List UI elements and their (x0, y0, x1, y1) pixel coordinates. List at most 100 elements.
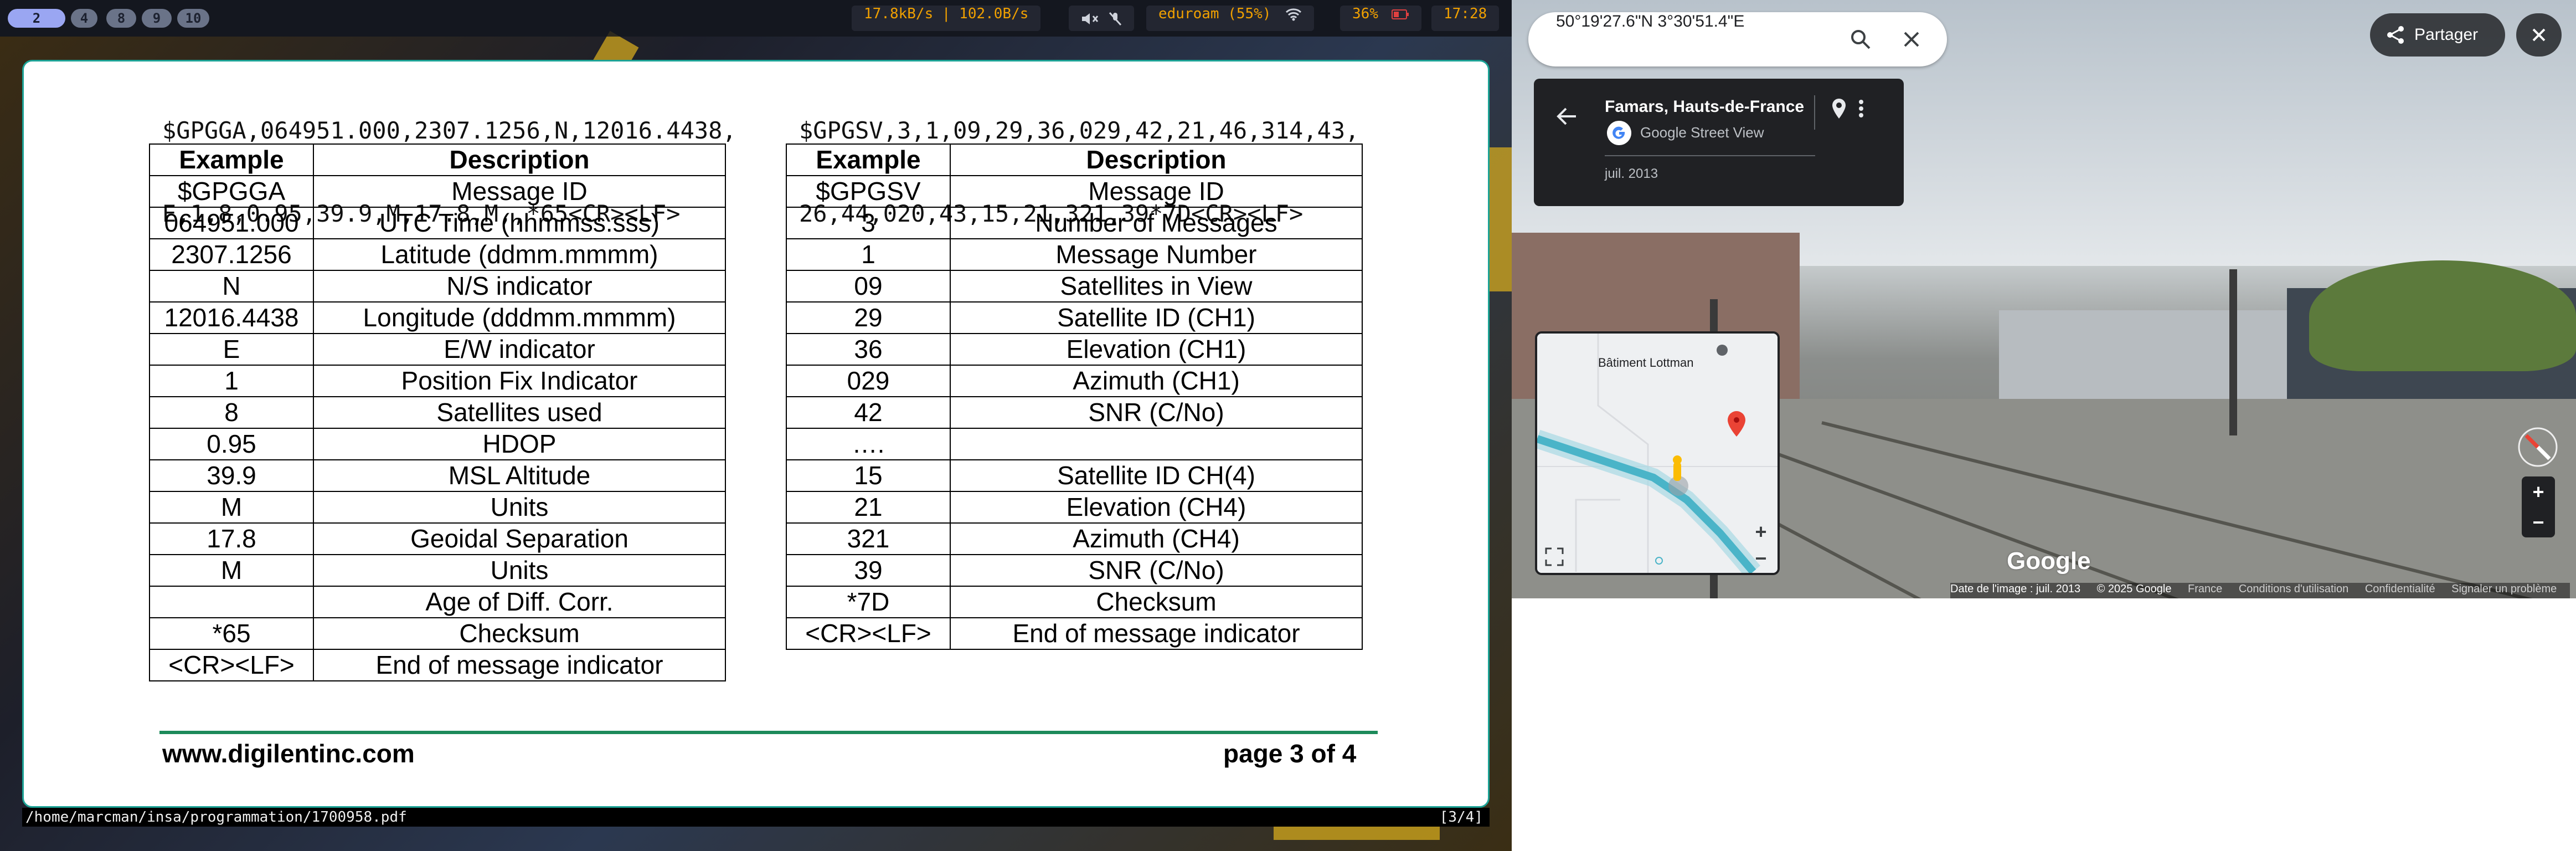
table-row: 12016.4438 Longitude (dddmm.mmmm) (149, 301, 726, 334)
workspace-button[interactable]: 4 (71, 9, 97, 28)
back-arrow-icon[interactable] (1556, 106, 1578, 126)
example-cell: 3 (786, 207, 951, 239)
zoom-controls: + − (2522, 476, 2555, 537)
gsv-table: Example Description $GPGSV Message ID 3 Num… (786, 143, 1363, 650)
table-header: Description (950, 143, 1363, 176)
example-cell: 1 (786, 238, 951, 271)
workspace-button[interactable]: 9 (142, 9, 172, 28)
trees (2309, 260, 2576, 371)
example-cell (149, 586, 314, 618)
status-bar: 2 4 8 9 10 17.8kB/s | 102.0B/s eduroam (… (0, 0, 1512, 37)
compass-icon[interactable] (2515, 424, 2560, 470)
close-button[interactable] (2516, 13, 2562, 57)
capture-date[interactable]: juil. 2013 (1605, 166, 1658, 182)
clear-icon[interactable] (1900, 28, 1923, 50)
description-cell: Satellites used (313, 396, 726, 429)
table-row: 064951.000 UTC Time (hhmmss.sss) (149, 207, 726, 239)
example-cell: 42 (786, 396, 951, 429)
description-cell: Checksum (313, 617, 726, 650)
terms-link[interactable]: Conditions d'utilisation (2239, 583, 2348, 595)
wifi-ssid: eduroam (55%) (1158, 6, 1271, 22)
table-row: 29 Satellite ID (CH1) (786, 301, 1363, 334)
gga-table: Example Description $GPGGA Message ID 0649… (149, 143, 726, 681)
search-input[interactable]: 50°19'27.6"N 3°30'51.4"E (1556, 12, 1744, 66)
example-cell: 39 (786, 554, 951, 587)
description-cell: Satellite ID CH(4) (950, 459, 1363, 492)
description-cell: N/S indicator (313, 270, 726, 303)
description-cell: MSL Altitude (313, 459, 726, 492)
table-row: $GPGGA Message ID (149, 175, 726, 208)
description-cell: E/W indicator (313, 333, 726, 366)
minimap-zoom-out-button[interactable]: − (1746, 544, 1775, 573)
example-cell: 29 (786, 301, 951, 334)
table-row: *65 Checksum (149, 617, 726, 650)
gpgga-line-1: $GPGGA,064951.000,2307.1256,N,12016.4438… (162, 117, 736, 144)
description-cell: Longitude (dddmm.mmmm) (313, 301, 726, 334)
wifi-icon (1286, 8, 1302, 20)
wifi-status[interactable]: eduroam (55%) (1146, 6, 1315, 31)
search-icon[interactable] (1849, 28, 1872, 50)
page-indicator: [3/4] (1439, 809, 1483, 826)
description-cell: SNR (C/No) (950, 554, 1363, 587)
place-name: Famars, Hauts-de-France (1605, 98, 1805, 116)
zoom-in-button[interactable]: + (2522, 476, 2555, 507)
example-cell: …. (786, 428, 951, 460)
privacy-link[interactable]: Confidentialité (2365, 583, 2435, 595)
table-row: E E/W indicator (149, 333, 726, 366)
workspace-button[interactable]: 8 (106, 9, 136, 28)
report-problem-link[interactable]: Signaler un problème (2451, 583, 2557, 595)
table-row: 0.95 HDOP (149, 428, 726, 460)
pdf-page[interactable]: $GPGGA,064951.000,2307.1256,N,12016.4438… (22, 60, 1490, 808)
description-cell: Latitude (ddmm.mmmm) (313, 238, 726, 271)
table-row: <CR><LF> End of message indicator (149, 649, 726, 681)
table-row: 1 Message Number (786, 238, 1363, 271)
description-cell (950, 428, 1363, 460)
empty-area (1512, 598, 2576, 851)
table-row: Age of Diff. Corr. (149, 586, 726, 618)
google-watermark: Google (2007, 547, 2091, 575)
description-cell: Checksum (950, 586, 1363, 618)
example-cell: 39.9 (149, 459, 314, 492)
description-cell: SNR (C/No) (950, 396, 1363, 429)
workspace-button[interactable]: 10 (177, 9, 209, 28)
description-cell: Number of Messages (950, 207, 1363, 239)
zoom-out-button[interactable]: − (2522, 507, 2555, 537)
description-cell: Geoidal Separation (313, 522, 726, 555)
table-row: *7D Checksum (786, 586, 1363, 618)
battery-status: 36% (1340, 6, 1421, 31)
table-header: Description (313, 143, 726, 176)
image-date: Date de l'image : juil. 2013 (1950, 583, 2081, 595)
footer-url: www.digilentinc.com (162, 739, 415, 768)
search-box[interactable]: 50°19'27.6"N 3°30'51.4"E (1528, 12, 1947, 66)
building (1999, 310, 2287, 410)
share-icon (2387, 26, 2404, 44)
example-cell: 8 (149, 396, 314, 429)
table-header: Example (786, 143, 951, 176)
table-row: 39.9 MSL Altitude (149, 459, 726, 492)
clock: 17:28 (1431, 6, 1500, 31)
region-link[interactable]: France (2188, 583, 2222, 595)
description-cell: Units (313, 491, 726, 524)
workspace-button[interactable]: 2 (8, 9, 65, 28)
close-icon (2532, 28, 2546, 42)
example-cell: 029 (786, 365, 951, 397)
description-cell: Elevation (CH1) (950, 333, 1363, 366)
description-cell: Message Number (950, 238, 1363, 271)
table-row: 39 SNR (C/No) (786, 554, 1363, 587)
share-button[interactable]: Partager (2370, 13, 2505, 57)
example-cell: 1 (149, 365, 314, 397)
description-cell: Azimuth (CH1) (950, 365, 1363, 397)
copyright: © 2025 Google (2096, 583, 2172, 595)
description-cell: Elevation (CH4) (950, 491, 1363, 524)
google-logo-icon (1607, 121, 1631, 145)
fullscreen-icon[interactable] (1545, 547, 1564, 566)
minimap-zoom-in-button[interactable]: + (1746, 517, 1775, 546)
mini-map[interactable]: Bâtiment Lottman + − (1535, 331, 1780, 575)
attribution-bar: Date de l'image : juil. 2013 © 2025 Goog… (1950, 583, 2570, 598)
gpgsv-line-1: $GPGSV,3,1,09,29,36,029,42,21,46,314,43, (799, 117, 1359, 144)
example-cell: 064951.000 (149, 207, 314, 239)
more-options-icon[interactable] (1857, 98, 1865, 120)
location-pin-icon[interactable] (1831, 98, 1847, 120)
volume-widget[interactable] (1069, 6, 1134, 31)
battery-icon (1391, 9, 1409, 19)
